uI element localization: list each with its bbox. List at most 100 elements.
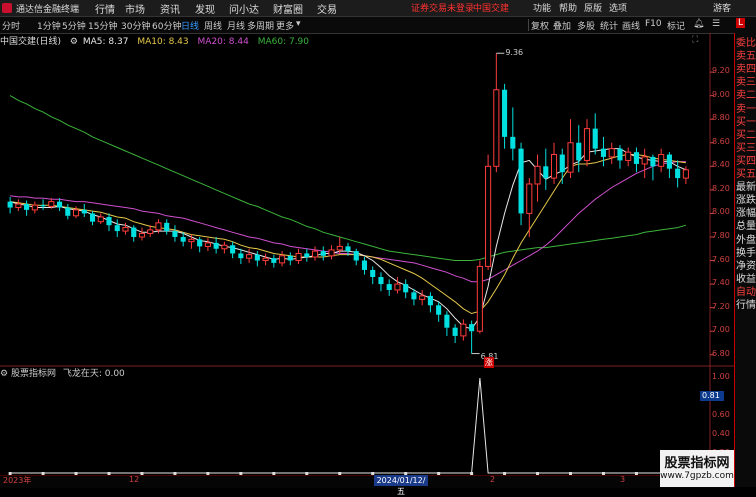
candle-body-down: [65, 207, 71, 216]
statistics-button[interactable]: 统计: [600, 19, 618, 32]
menu-item-guest[interactable]: 游客: [713, 1, 731, 14]
candle-body-down: [81, 209, 87, 214]
candle-body-down: [650, 156, 656, 167]
candle-body-up: [526, 183, 533, 214]
list-icon[interactable]: ☰: [712, 19, 720, 29]
candle-body-down: [543, 166, 549, 179]
candle-body-up: [262, 257, 269, 262]
adjust-button[interactable]: 复权: [531, 19, 549, 32]
settings-gear-icon[interactable]: ⚙: [0, 369, 8, 379]
panel-item-11: 最新: [736, 182, 756, 194]
panel-item-19: 自动: [736, 286, 756, 298]
candle-body-down: [370, 269, 376, 278]
overlay-button[interactable]: 叠加: [553, 19, 571, 32]
price-tick-label: 8.40: [712, 160, 730, 170]
date-label-12: 12: [129, 475, 140, 484]
mark-button[interactable]: 标记: [667, 19, 685, 32]
indicator-title: 股票指标网: [10, 369, 56, 379]
candle-body-down: [164, 222, 170, 232]
candle-body-up: [97, 216, 104, 223]
candle-body-down: [238, 253, 244, 259]
candle-body-up: [122, 227, 129, 232]
candle-body-up: [138, 232, 146, 238]
indicator-plot: [8, 377, 686, 475]
menu-item-market[interactable]: 市场: [125, 1, 145, 16]
menu-item-options[interactable]: 选项: [609, 1, 627, 14]
price-tick-label: 7.20: [712, 301, 730, 311]
candle-body-down: [411, 292, 417, 300]
candle-body-down: [666, 154, 672, 169]
tab-period-more[interactable]: 更多: [276, 19, 294, 32]
price-tick-label: 7.00: [712, 325, 730, 335]
login-status[interactable]: 证券交易未登录: [411, 1, 474, 14]
tab-period-daily[interactable]: 日线: [181, 19, 199, 32]
draw-line-button[interactable]: 画线: [622, 19, 640, 32]
panel-item-15: 外盘: [736, 234, 756, 246]
tab-period-15min[interactable]: 15分钟: [88, 19, 117, 32]
panel-item-5: 卖一: [736, 103, 756, 115]
tab-period-monthly[interactable]: 月线: [227, 19, 245, 32]
candle-body-down: [89, 213, 96, 222]
candle-body-down: [436, 305, 442, 315]
panel-item-4: 卖二: [736, 90, 756, 102]
tab-period-multi[interactable]: 多周期: [247, 19, 274, 32]
candle-body-up: [608, 148, 615, 158]
candle-body-down: [386, 284, 392, 290]
panel-item-3: 卖三: [736, 77, 756, 89]
tab-period-intraday[interactable]: 分时: [2, 19, 20, 32]
candle-body-up: [625, 151, 632, 161]
panel-item-12: 涨跌: [736, 195, 756, 207]
kline-chart[interactable]: [0, 33, 734, 487]
date-label-2023: 2023年: [3, 476, 32, 485]
menu-item-help[interactable]: 帮助: [559, 1, 577, 14]
indicator-tick-label: 1.00: [712, 372, 730, 381]
candle-body-up: [15, 203, 22, 209]
chevron-down-icon[interactable]: ▾: [296, 19, 301, 29]
candle-body-down: [444, 314, 450, 328]
menu-item-ask[interactable]: 问小达: [229, 1, 259, 16]
f10-button[interactable]: F10: [645, 19, 662, 29]
menu-item-quotes[interactable]: 行情: [95, 1, 115, 16]
menu-item-wealth[interactable]: 财富圈: [273, 1, 303, 16]
tab-period-60min[interactable]: 60分钟: [152, 19, 181, 32]
candle-body-up: [147, 229, 154, 234]
date-label-3: 3: [620, 475, 626, 484]
candle-body-up: [493, 89, 500, 167]
candle-body-up: [567, 142, 574, 173]
menu-item-discover[interactable]: 发现: [195, 1, 215, 16]
menu-item-news[interactable]: 资讯: [160, 1, 180, 16]
panel-item-20: 行情: [736, 300, 756, 311]
indicator-value-label: 飞龙在天: 0.00: [62, 369, 125, 379]
candle-body-down: [469, 324, 475, 332]
candle-body-up: [534, 165, 541, 185]
tab-period-1min[interactable]: 1分钟: [37, 19, 61, 32]
tab-period-30min[interactable]: 30分钟: [121, 19, 150, 32]
app-logo-icon: [2, 3, 12, 13]
bell-icon[interactable]: 🔔︎: [693, 19, 704, 29]
candle-body-down: [518, 148, 524, 214]
candle-body-down: [24, 204, 30, 210]
price-tick-label: 7.80: [712, 230, 730, 240]
panel-item-10: 买五: [736, 169, 756, 180]
candle-body-up: [328, 249, 335, 257]
tab-period-5min[interactable]: 5分钟: [62, 19, 86, 32]
multi-stock-button[interactable]: 多股: [577, 19, 595, 32]
candle-body-up: [419, 295, 426, 300]
price-tick-label: 8.00: [712, 207, 730, 217]
menu-item-trade[interactable]: 交易: [317, 1, 337, 16]
candle-body-down: [57, 201, 63, 208]
panel-item-13: 涨幅: [736, 208, 756, 220]
candle-body-down: [345, 246, 351, 252]
candle-body-up: [485, 165, 492, 267]
ma10-line: [10, 154, 686, 315]
candle-body-down: [7, 201, 13, 208]
candle-body-up: [311, 250, 319, 258]
indicator-tick-label: 0.40: [712, 429, 730, 438]
tab-period-weekly[interactable]: 周线: [204, 19, 222, 32]
watermark-title: 股票指标网: [664, 456, 730, 471]
menu-item-original[interactable]: 原版: [584, 1, 602, 14]
candle-body-down: [510, 136, 516, 149]
menu-item-functions[interactable]: 功能: [533, 1, 551, 14]
candle-body-up: [583, 128, 591, 161]
panel-header[interactable]: L: [736, 18, 746, 28]
